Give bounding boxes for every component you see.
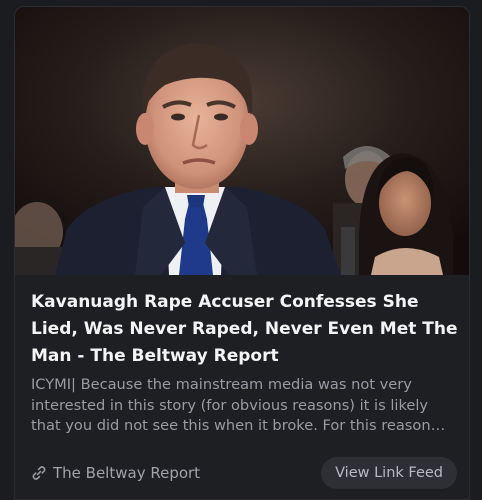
- view-link-feed-button[interactable]: View Link Feed: [321, 457, 457, 489]
- source-label: The Beltway Report: [53, 464, 201, 482]
- article-summary: ICYMI| Because the mainstream media was …: [31, 376, 446, 434]
- article-photo[interactable]: [15, 7, 469, 275]
- source-link[interactable]: The Beltway Report: [31, 464, 200, 482]
- link-card[interactable]: Kavanuagh Rape Accuser Confesses She Lie…: [14, 6, 470, 500]
- photo-illustration: [15, 7, 469, 275]
- link-icon: [32, 466, 46, 480]
- card-footer: The Beltway Report View Link Feed: [31, 455, 457, 491]
- article-headline[interactable]: Kavanuagh Rape Accuser Confesses She Lie…: [31, 289, 459, 370]
